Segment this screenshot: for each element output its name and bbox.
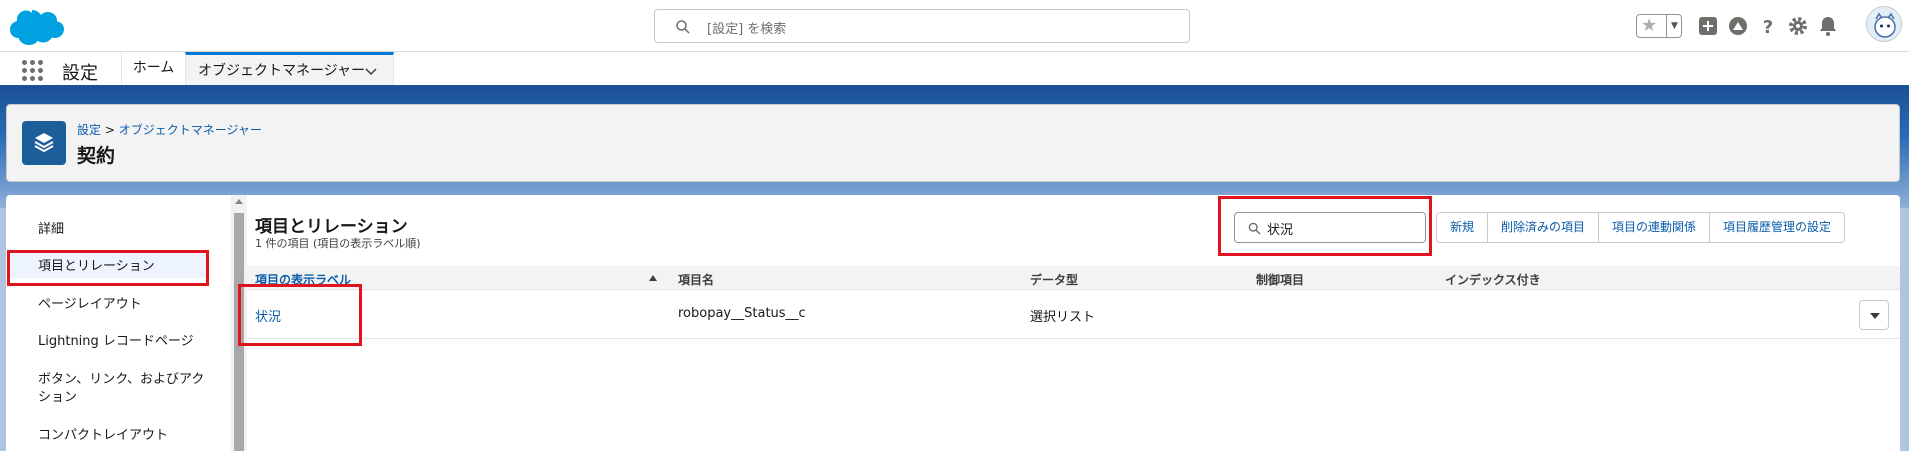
field-dependencies-button[interactable]: 項目の連動関係	[1598, 212, 1711, 243]
favorites-menu-caret-icon[interactable]: ▼	[1666, 15, 1682, 37]
breadcrumb-setup-link[interactable]: 設定	[77, 123, 101, 137]
column-header-controlling-field[interactable]: 制御項目	[1256, 271, 1304, 288]
chevron-down-icon	[1870, 313, 1880, 319]
svg-text:?: ?	[1763, 17, 1773, 38]
sidebar-item-details[interactable]: 詳細	[38, 221, 208, 239]
nav-tab-object-manager[interactable]: オブジェクトマネージャー	[185, 52, 394, 85]
app-name: 設定	[62, 63, 98, 84]
table-header: 項目の表示ラベル 項目名 データ型 制御項目 インデックス付き	[247, 266, 1900, 290]
deleted-fields-button[interactable]: 削除済みの項目	[1487, 212, 1600, 243]
app-nav-bar: 設定 ホーム オブジェクトマネージャー	[0, 52, 1909, 88]
global-header: [設定] を検索 ★ ▼ ?	[0, 0, 1909, 52]
breadcrumb-object-manager-link[interactable]: オブジェクトマネージャー	[119, 123, 262, 137]
nav-item-home[interactable]: ホーム	[122, 52, 185, 85]
column-header-indexed[interactable]: インデックス付き	[1445, 271, 1541, 288]
section-button-group: 新規 削除済みの項目 項目の連動関係 項目履歴管理の設定	[1436, 212, 1846, 243]
global-search-input[interactable]: [設定] を検索	[654, 9, 1190, 43]
nav-tab-label: オブジェクトマネージャー	[198, 63, 366, 79]
chevron-down-icon[interactable]	[364, 64, 378, 78]
sidebar-item-lightning-record-pages[interactable]: Lightning レコードページ	[38, 333, 208, 351]
set-history-tracking-button[interactable]: 項目履歴管理の設定	[1709, 212, 1846, 243]
page-title: 契約	[77, 145, 116, 167]
field-api-name: robopay__Status__c	[678, 306, 806, 321]
app-launcher-grid-icon[interactable]	[22, 60, 44, 82]
user-avatar[interactable]	[1866, 6, 1902, 42]
section-title: 項目とリレーション	[255, 217, 408, 237]
star-icon: ★	[1641, 15, 1658, 36]
sidebar-item-page-layouts[interactable]: ページレイアウト	[38, 296, 208, 314]
sort-ascending-icon[interactable]	[649, 275, 657, 281]
object-layers-icon	[22, 121, 66, 165]
highlight-box-field-label	[238, 284, 362, 346]
highlight-box-sidebar-fields	[7, 250, 209, 286]
table-row: 状況 robopay__Status__c 選択リスト	[247, 291, 1900, 339]
field-data-type: 選択リスト	[1030, 310, 1096, 325]
gear-icon[interactable]	[1786, 14, 1810, 38]
sidebar-item-buttons-links-actions[interactable]: ボタン、リンク、およびアクション	[38, 371, 208, 407]
search-icon	[676, 20, 690, 34]
new-field-button[interactable]: 新規	[1436, 212, 1489, 243]
column-header-field-name[interactable]: 項目名	[678, 271, 714, 288]
sidebar-item-compact-layouts[interactable]: コンパクトレイアウト	[38, 427, 208, 445]
notifications-bell-icon[interactable]	[1816, 14, 1840, 38]
breadcrumb-separator: >	[101, 123, 119, 137]
astro-avatar-icon	[1874, 12, 1896, 38]
object-sidebar: 詳細 項目とリレーション ページレイアウト Lightning レコードページ …	[6, 195, 228, 451]
global-search-placeholder: [設定] を検索	[707, 22, 787, 37]
object-page-header: 設定 > オブジェクトマネージャー 契約	[6, 104, 1900, 182]
highlight-box-quick-find	[1218, 196, 1432, 256]
column-header-data-type[interactable]: データ型	[1030, 271, 1078, 288]
row-actions-menu-button[interactable]	[1859, 300, 1889, 330]
global-actions-plus-icon[interactable]	[1696, 14, 1720, 38]
help-icon[interactable]: ?	[1756, 14, 1780, 38]
section-subtitle: 1 件の項目 (項目の表示ラベル順)	[255, 237, 421, 250]
favorites-button[interactable]: ★ ▼	[1636, 14, 1682, 38]
scroll-up-arrow-icon[interactable]	[235, 199, 243, 204]
salesforce-cloud-logo[interactable]	[8, 6, 68, 46]
trailhead-icon[interactable]	[1726, 14, 1750, 38]
breadcrumb: 設定 > オブジェクトマネージャー	[77, 121, 262, 138]
fields-relationships-content: 項目とリレーション 1 件の項目 (項目の表示ラベル順) 新規 削除済みの項目 …	[247, 195, 1900, 451]
